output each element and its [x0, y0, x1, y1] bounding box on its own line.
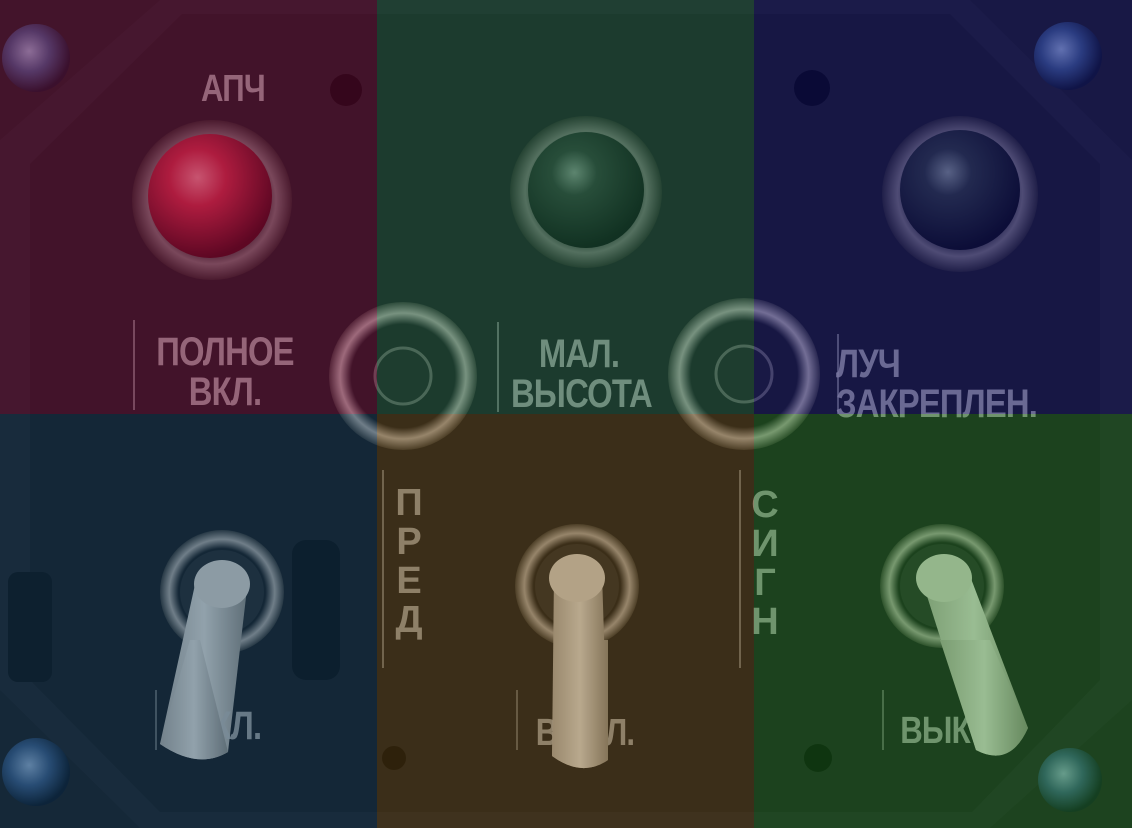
tint-bottom-middle: [377, 414, 754, 828]
tint-bottom-left: [0, 414, 377, 828]
cockpit-panel-photo: АПЧ ПОЛНОЕ ВКЛ. МАЛ. ВЫСОТА ЛУЧ ЗАКРЕПЛЕ…: [0, 0, 1132, 828]
tint-top-left: [0, 0, 377, 414]
tint-top-middle: [377, 0, 754, 414]
tint-bottom-right: [754, 414, 1132, 828]
tint-top-right: [754, 0, 1132, 414]
